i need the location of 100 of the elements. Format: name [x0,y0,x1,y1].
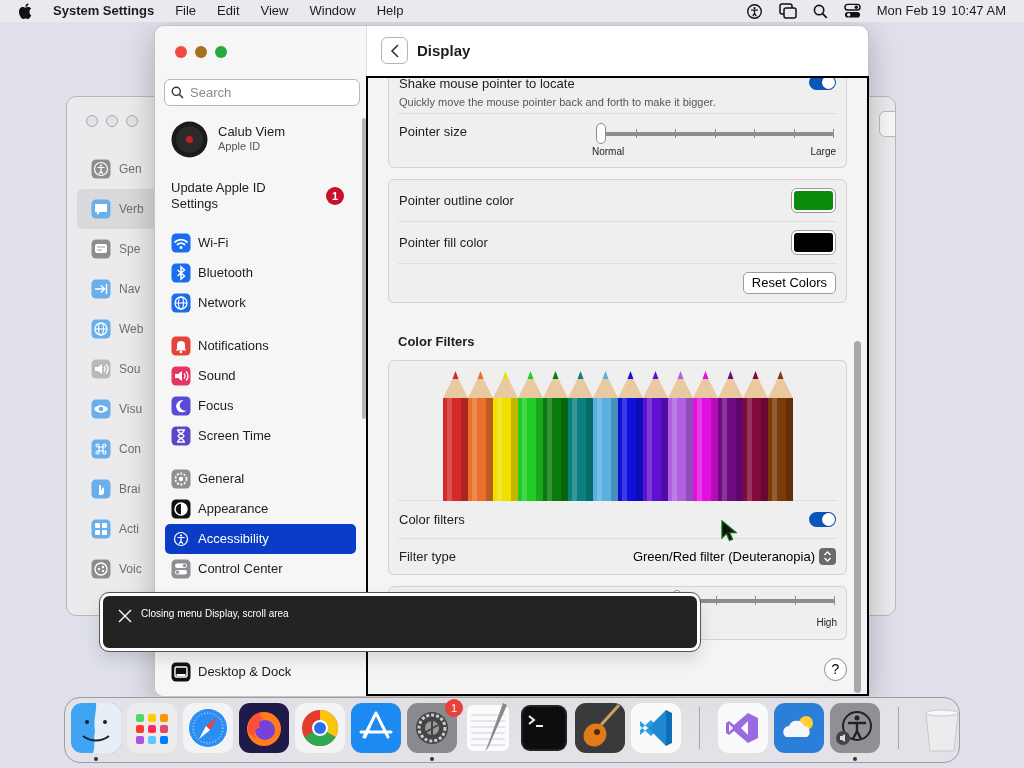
dock-icon [171,662,191,682]
slider-thumb[interactable] [596,122,606,144]
close-icon[interactable] [118,609,132,623]
apple-logo-icon[interactable] [18,3,32,19]
sidebar-item[interactable]: Voic [77,549,155,589]
sidebar-item[interactable]: Desktop & Dock [165,657,356,687]
accessibility-icon[interactable] [745,2,763,20]
fox-icon[interactable] [239,703,289,753]
compass-icon[interactable] [183,703,233,753]
sidebar-item[interactable]: Visu [77,389,155,429]
window-control-dot[interactable] [86,115,98,127]
search-icon [171,86,184,99]
stepper-icon [819,547,836,565]
control-center-icon[interactable] [843,3,861,19]
accessibility-icon[interactable] [830,703,880,753]
letter-a-icon[interactable] [351,703,401,753]
scrollbar-thumb[interactable] [854,340,861,693]
eye-icon [91,399,111,419]
menu-bar-clock[interactable]: 10:47 AM [951,1,1006,21]
reset-colors-button[interactable]: Reset Colors [742,271,836,294]
menu-item[interactable]: Window [309,1,356,21]
command-icon [91,439,111,459]
menu-bar-date[interactable]: Mon Feb 19 [876,1,947,21]
sidebar-item[interactable]: General [165,464,356,494]
menu-item[interactable]: Help [376,1,404,21]
setting-description: Quickly move the mouse pointer back and forth to make it bigger. [399,95,716,111]
mouse-pointer-icon [721,520,737,542]
sidebar-item[interactable]: Bluetooth [165,258,356,288]
section-heading: Color Filters [398,333,476,350]
sidebar-item[interactable]: Spe [77,229,155,269]
loop-icon[interactable] [718,703,768,753]
menu-item[interactable]: View [260,1,289,21]
app-menu[interactable]: System Settings [53,1,155,21]
setting-label: Pointer size [399,122,467,141]
window-control-dot[interactable] [126,115,138,127]
slider-label: Large [810,144,836,159]
grid-icon [91,519,111,539]
filter-type-popup[interactable]: Green/Red filter (Deuteranopia) [632,546,836,567]
help-button[interactable]: ? [824,657,847,681]
smiling-face-icon[interactable] [71,703,121,753]
sidebar-item[interactable]: Focus [165,391,356,421]
setting-label: Shake mouse pointer to locate [399,77,576,93]
sidebar-item[interactable]: Con [77,429,155,469]
moon-icon [171,396,191,416]
terminal-icon[interactable] [519,703,569,753]
search-icon[interactable] [812,3,828,19]
sidebar-item[interactable]: Acti [77,509,155,549]
round-logo-icon[interactable] [295,703,345,753]
back-button[interactable] [381,37,408,65]
menu-item[interactable]: File [175,1,197,21]
avatar-icon[interactable] [171,120,208,158]
minimize-button[interactable] [195,46,207,58]
windows-icon[interactable] [778,3,797,19]
guitar-icon[interactable] [575,703,625,753]
sidebar-item[interactable]: Appearance [165,494,356,524]
update-notice-link[interactable]: Update Apple ID Settings [171,179,291,213]
hourglass-icon [171,426,191,446]
cloud-sun-icon[interactable] [774,703,824,753]
account-subtitle: Apple ID [218,140,262,153]
app-grid-icon[interactable] [127,703,177,753]
announcement-text: Closing menu Display, scroll area [141,607,289,621]
close-button[interactable] [175,46,187,58]
account-name[interactable]: Calub Viem [218,125,285,141]
slider-label: Normal [592,144,625,159]
code-ribbon-icon[interactable] [631,703,681,753]
sidebar-item[interactable]: Control Center [165,554,356,584]
sidebar-item[interactable]: Network [165,288,356,318]
notification-badge: 1 [326,187,344,205]
gear-icon [171,469,191,489]
search-field[interactable]: Search [164,79,360,106]
sidebar-item[interactable]: Accessibility [165,524,356,554]
sidebar-item[interactable]: Notifications [165,331,356,361]
sidebar-item[interactable]: Brai [77,469,155,509]
zoom-button[interactable] [215,46,227,58]
setting-label: Filter type [399,547,457,566]
sidebar-item[interactable]: Wi-Fi [165,228,356,258]
speech-icon [91,239,111,259]
setting-label: Pointer fill color [399,233,488,252]
sidebar-item[interactable]: Sound [165,361,356,391]
menu-item[interactable]: Edit [217,1,240,21]
scroll-area[interactable] [366,75,869,696]
setting-label: Pointer outline color [399,191,514,210]
sidebar-item[interactable]: Verb [77,189,155,229]
scrollbar-thumb[interactable] [362,118,366,419]
speaker-icon [91,359,111,379]
toggle-switch[interactable] [809,511,836,527]
accessibility-icon [171,529,191,549]
contrast-icon [171,499,191,519]
sidebar-item[interactable]: Nav [77,269,155,309]
toggle-switch[interactable] [809,77,836,90]
sidebar-item[interactable]: Web [77,309,155,349]
gear-icon[interactable] [407,703,457,753]
sidebar-item[interactable]: Screen Time [165,421,356,451]
chevron-left-icon [389,43,400,58]
hand-icon [91,479,111,499]
toggles-icon [171,559,191,579]
window-control-dot[interactable] [106,115,118,127]
sidebar-item[interactable]: Sou [77,349,155,389]
slider-label: High [816,615,837,630]
sidebar-item[interactable]: Gen [77,149,155,189]
